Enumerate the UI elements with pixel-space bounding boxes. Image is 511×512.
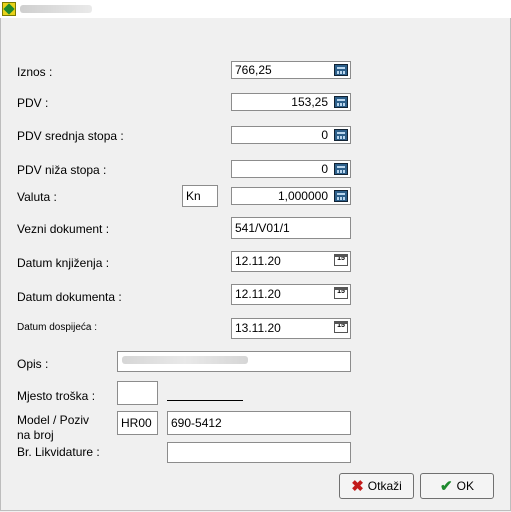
datum-dospijeca-value: 13.11.20 [235, 321, 281, 335]
calculator-icon[interactable] [334, 163, 348, 175]
iznos-label: Iznos : [17, 65, 53, 79]
pdv-field[interactable]: 153,25 [231, 93, 351, 111]
calculator-icon[interactable] [334, 129, 348, 141]
pdv-niza-field[interactable]: 0 [231, 160, 351, 178]
calendar-icon[interactable]: 15 [334, 321, 348, 333]
vezni-dokument-value: 541/V01/1 [235, 221, 290, 235]
mjesto-troska-field[interactable] [117, 381, 158, 405]
iznos-value: 766,25 [235, 63, 272, 77]
pdv-srednja-value: 0 [321, 128, 328, 142]
datum-dospijeca-label: Datum dospijeća : [17, 322, 98, 333]
cancel-x-icon: ✖ [351, 478, 364, 495]
pdv-label: PDV : [17, 96, 49, 110]
opis-label: Opis : [17, 357, 49, 371]
pdv-srednja-field[interactable]: 0 [231, 126, 351, 144]
model-poziv-label: Model / Poziv [17, 413, 90, 427]
cancel-button[interactable]: ✖ Otkaži [339, 473, 414, 499]
valuta-rate-field[interactable]: 1,000000 [231, 187, 351, 205]
mjesto-troska-description-line [167, 400, 243, 401]
pdv-niza-label: PDV niža stopa : [17, 163, 107, 177]
iznos-field[interactable]: 766,25 [231, 61, 351, 79]
ok-button[interactable]: ✔ OK [420, 473, 494, 499]
valuta-label: Valuta : [17, 190, 57, 204]
vezni-dokument-label: Vezni dokument : [17, 222, 110, 236]
pdv-srednja-label: PDV srednja stopa : [17, 129, 124, 143]
calculator-icon[interactable] [334, 190, 348, 202]
datum-knjizenja-label: Datum knjiženja : [17, 256, 110, 270]
calendar-icon[interactable]: 15 [334, 254, 348, 266]
datum-dospijeca-field[interactable]: 13.11.20 15 [231, 318, 351, 339]
opis-field[interactable] [117, 351, 351, 372]
poziv-value: 690-5412 [171, 416, 222, 430]
datum-dokumenta-field[interactable]: 12.11.20 15 [231, 284, 351, 305]
model-field[interactable]: HR00 [117, 411, 158, 435]
model-value: HR00 [121, 416, 152, 430]
calendar-icon[interactable]: 15 [334, 287, 348, 299]
valuta-code: Kn [186, 189, 201, 203]
datum-knjizenja-value: 12.11.20 [235, 254, 281, 268]
valuta-code-field[interactable]: Kn [182, 185, 218, 207]
pdv-niza-value: 0 [321, 162, 328, 176]
opis-value-redacted [122, 356, 248, 364]
datum-dokumenta-value: 12.11.20 [235, 287, 281, 301]
mjesto-troska-label: Mjesto troška : [17, 389, 96, 403]
valuta-rate: 1,000000 [277, 189, 328, 203]
datum-dokumenta-label: Datum dokumenta : [17, 290, 122, 304]
pdv-value: 153,25 [291, 95, 328, 109]
vezni-dokument-field[interactable]: 541/V01/1 [231, 217, 351, 239]
cancel-button-label: Otkaži [367, 479, 402, 493]
checkmark-icon: ✔ [440, 478, 453, 495]
datum-knjizenja-field[interactable]: 12.11.20 15 [231, 251, 351, 272]
app-icon [2, 2, 16, 16]
window-title-redacted [20, 5, 92, 13]
ok-button-label: OK [456, 479, 474, 493]
poziv-na-broj-field[interactable]: 690-5412 [167, 411, 351, 435]
calculator-icon[interactable] [334, 64, 348, 76]
br-likvidature-field[interactable] [167, 442, 351, 463]
title-bar [0, 0, 511, 18]
calculator-icon[interactable] [334, 96, 348, 108]
model-poziv-label-2: na broj [17, 428, 54, 442]
br-likvidature-label: Br. Likvidature : [17, 445, 100, 459]
